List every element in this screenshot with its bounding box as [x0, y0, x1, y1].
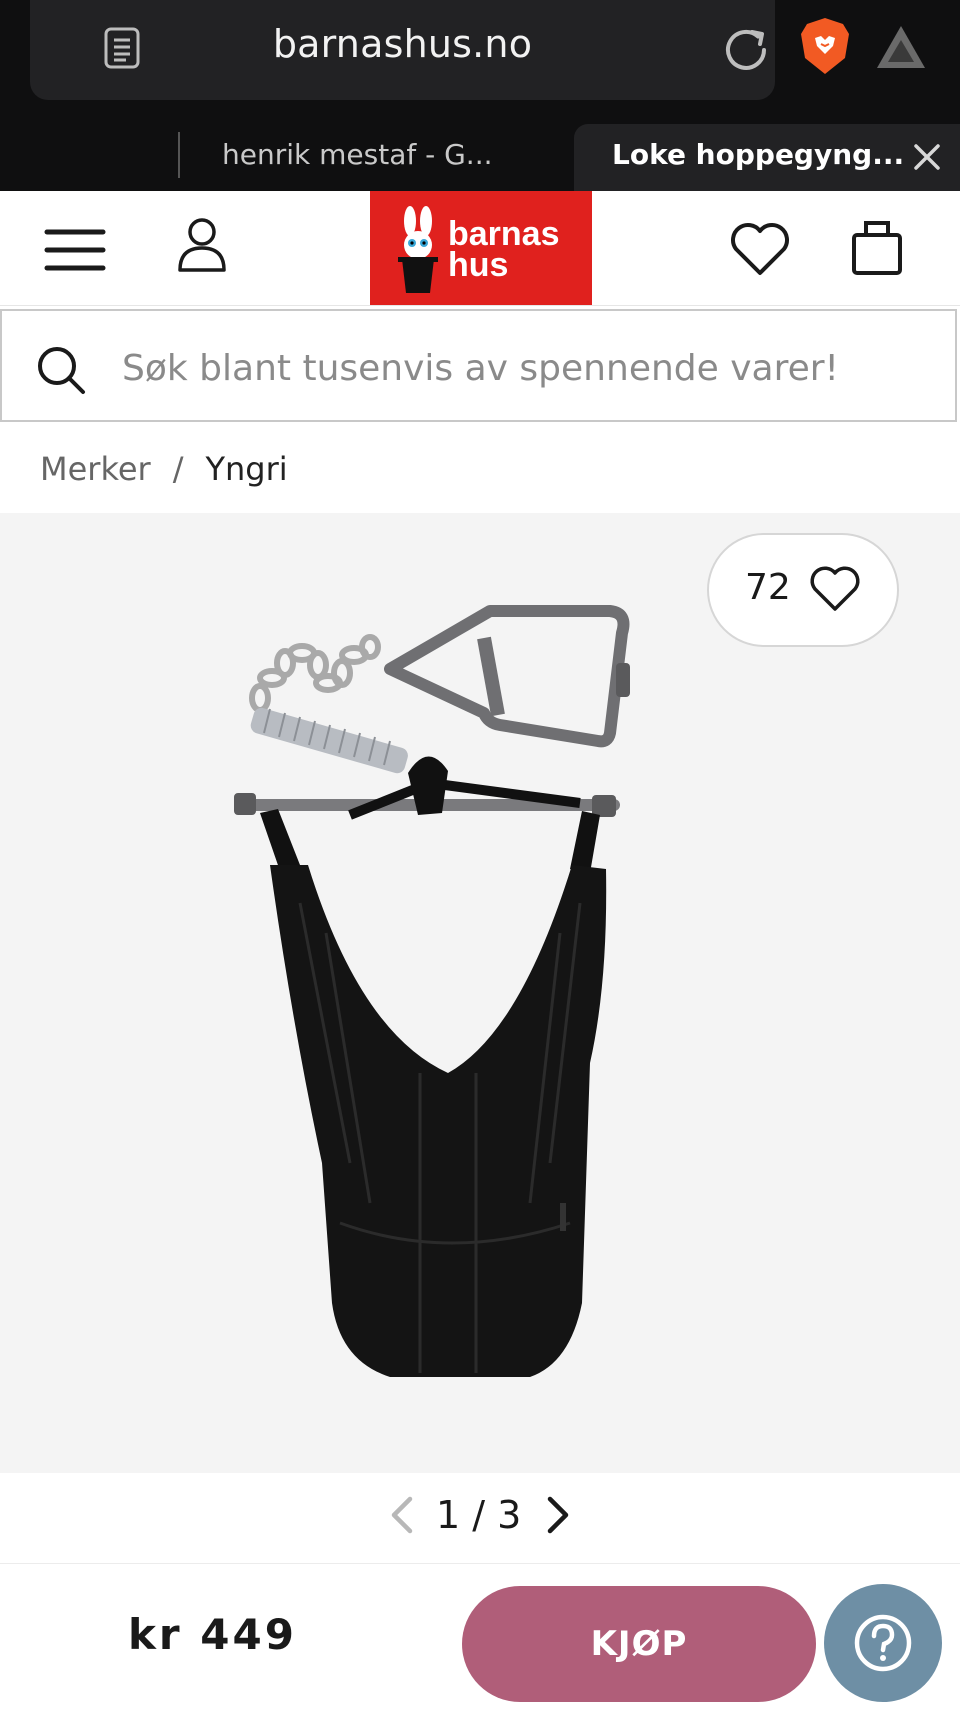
- pager-counter: 1 / 3: [436, 1493, 522, 1537]
- shopping-bag-icon[interactable]: [850, 217, 904, 277]
- bunny-logo-icon: [398, 206, 438, 293]
- question-mark-icon: [854, 1614, 912, 1672]
- account-icon[interactable]: [176, 216, 228, 274]
- product-image[interactable]: [230, 603, 710, 1383]
- logo-line-2: hus: [448, 246, 509, 284]
- reload-icon[interactable]: [720, 24, 772, 76]
- breadcrumb-separator: /: [172, 450, 184, 488]
- buy-button[interactable]: KJØP: [462, 1586, 816, 1702]
- close-icon[interactable]: [910, 140, 944, 174]
- site-header: barnas hus: [0, 191, 960, 306]
- chevron-left-icon[interactable]: [386, 1495, 416, 1535]
- sticky-buy-bar: kr 449 KJØP: [0, 1563, 960, 1710]
- logo-text: barnas hus: [448, 217, 560, 284]
- hamburger-menu-icon[interactable]: [44, 227, 106, 273]
- chevron-right-icon[interactable]: [544, 1495, 574, 1535]
- brave-shield-icon[interactable]: [799, 16, 851, 76]
- search-bar[interactable]: [0, 309, 957, 422]
- tab-inactive[interactable]: henrik mestaf - G...: [180, 120, 570, 192]
- url-text[interactable]: barnashus.no: [30, 22, 775, 66]
- image-pager: 1 / 3: [0, 1473, 960, 1563]
- breadcrumb-current: Yngri: [205, 450, 288, 488]
- tab-label: Loke hoppegyng...: [612, 138, 905, 171]
- site-logo[interactable]: barnas hus: [370, 191, 592, 305]
- rewards-triangle-icon[interactable]: [874, 22, 928, 72]
- like-button[interactable]: 72: [707, 533, 899, 647]
- product-price: kr 449: [128, 1610, 297, 1659]
- help-button[interactable]: [824, 1584, 942, 1702]
- search-input[interactable]: [120, 339, 944, 397]
- address-bar[interactable]: barnashus.no: [30, 0, 775, 100]
- heart-icon[interactable]: [730, 221, 790, 277]
- tab-label: henrik mestaf - G...: [222, 138, 493, 171]
- browser-chrome: barnashus.no henrik mestaf - G... Loke h…: [0, 0, 960, 191]
- like-count: 72: [745, 567, 791, 608]
- product-gallery[interactable]: 72: [0, 513, 960, 1473]
- breadcrumb: Merker / Yngri: [40, 450, 288, 488]
- search-icon[interactable]: [36, 345, 86, 395]
- tab-active[interactable]: Loke hoppegyng...: [574, 124, 960, 191]
- breadcrumb-link-merker[interactable]: Merker: [40, 450, 151, 488]
- heart-icon: [810, 566, 860, 611]
